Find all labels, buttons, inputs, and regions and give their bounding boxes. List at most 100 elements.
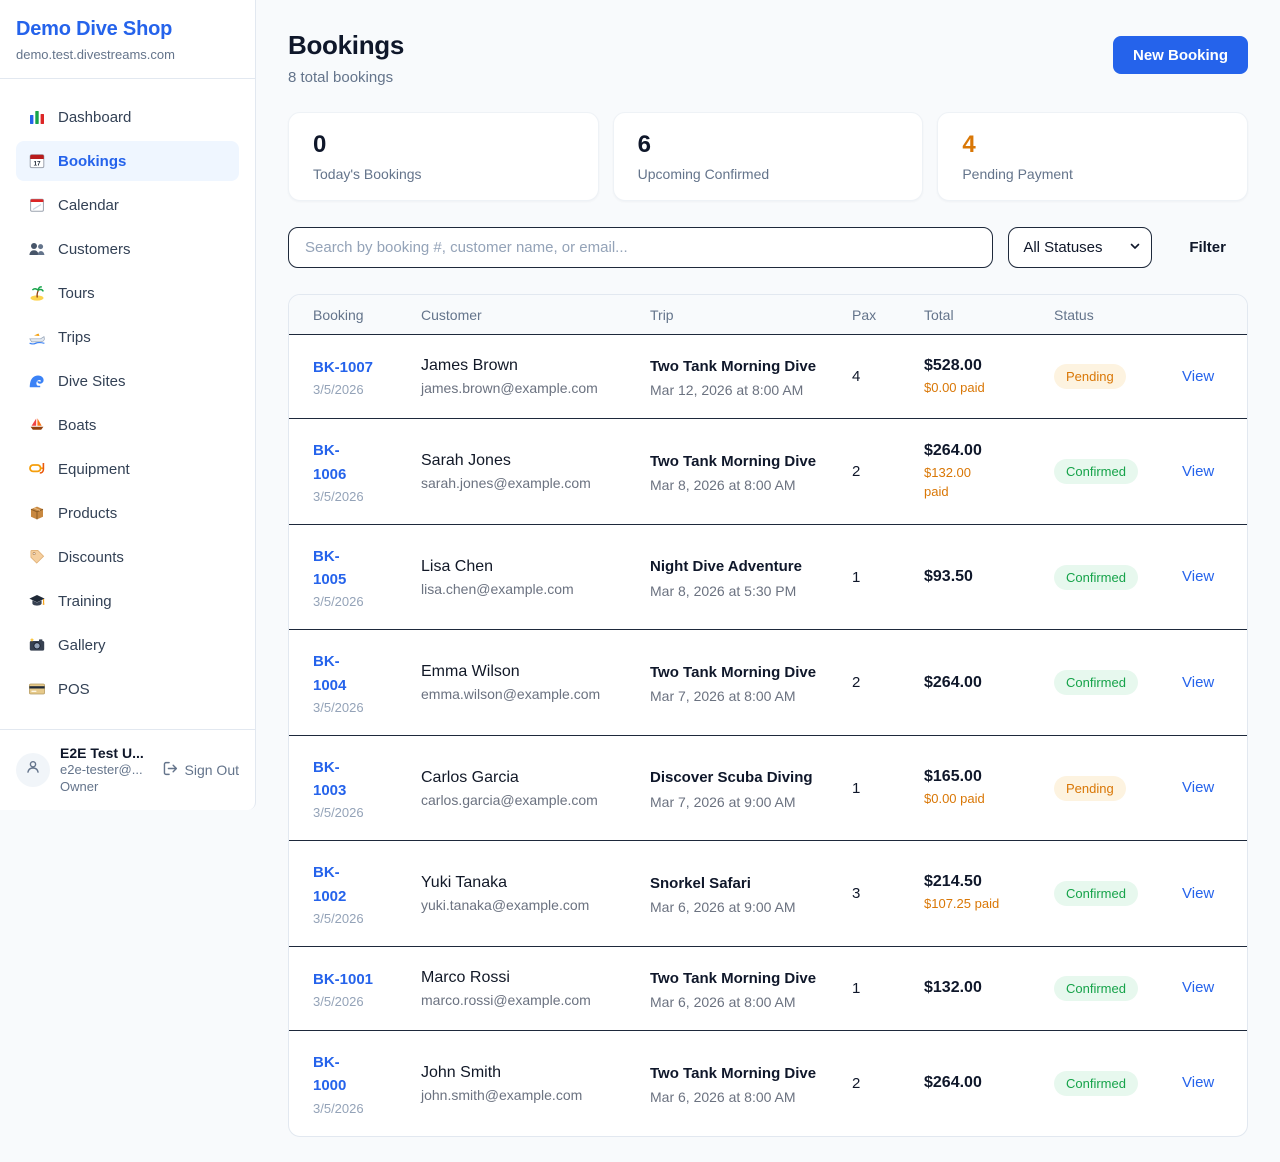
sidebar-item-calendar[interactable]: Calendar <box>16 185 239 225</box>
svg-text:17: 17 <box>33 161 41 168</box>
column-header-trip: Trip <box>650 307 828 323</box>
customers-icon <box>28 240 46 258</box>
status-badge: Confirmed <box>1054 459 1138 484</box>
search-input[interactable] <box>288 227 993 268</box>
logout-icon <box>162 760 179 780</box>
status-badge: Confirmed <box>1054 1071 1138 1096</box>
column-header-pax: Pax <box>852 307 900 323</box>
sidebar-item-products[interactable]: Products <box>16 493 239 533</box>
sidebar-item-dive-sites[interactable]: Dive Sites <box>16 361 239 401</box>
sidebar-item-label: Bookings <box>58 153 126 170</box>
table-row: BK-1007 3/5/2026 James Brown james.brown… <box>289 335 1247 419</box>
stat-label: Upcoming Confirmed <box>638 166 899 182</box>
new-booking-button[interactable]: New Booking <box>1113 36 1248 74</box>
trip-datetime: Mar 8, 2026 at 5:30 PM <box>650 583 828 599</box>
table-body: BK-1007 3/5/2026 James Brown james.brown… <box>289 335 1247 1136</box>
booking-date: 3/5/2026 <box>313 594 397 609</box>
view-link[interactable]: View <box>1182 368 1214 385</box>
stat-card: 6 Upcoming Confirmed <box>613 112 924 201</box>
booking-date: 3/5/2026 <box>313 911 397 926</box>
sidebar-item-dashboard[interactable]: Dashboard <box>16 97 239 137</box>
customer-email: sarah.jones@example.com <box>421 475 626 491</box>
status-filter-select[interactable]: All Statuses <box>1008 227 1152 268</box>
paid-amount: $107.25 paid <box>924 895 1030 913</box>
page-subtitle: 8 total bookings <box>288 69 404 86</box>
sign-out-label: Sign Out <box>185 762 239 778</box>
status-badge: Pending <box>1054 364 1126 389</box>
total-amount: $214.50 <box>924 873 1030 891</box>
total-amount: $264.00 <box>924 674 1030 692</box>
trip-datetime: Mar 12, 2026 at 8:00 AM <box>650 382 828 398</box>
sidebar-item-tours[interactable]: Tours <box>16 273 239 313</box>
pax-count: 3 <box>852 885 900 902</box>
trip-name: Two Tank Morning Dive <box>650 1062 828 1085</box>
trip-name: Two Tank Morning Dive <box>650 661 828 684</box>
package-icon <box>28 504 46 522</box>
customer-email: carlos.garcia@example.com <box>421 792 626 808</box>
trip-datetime: Mar 6, 2026 at 8:00 AM <box>650 994 828 1010</box>
app-layout: Demo Dive Shop demo.test.divestreams.com… <box>0 0 1280 1137</box>
table-row: BK-1001 3/5/2026 Marco Rossi marco.rossi… <box>289 947 1247 1031</box>
booking-date: 3/5/2026 <box>313 382 397 397</box>
sidebar-item-gallery[interactable]: Gallery <box>16 625 239 665</box>
user-email: e2e-tester@... <box>60 762 152 779</box>
status-badge: Pending <box>1054 776 1126 801</box>
sidebar-item-label: Calendar <box>58 197 119 214</box>
sidebar-item-bookings[interactable]: 17 Bookings <box>16 141 239 181</box>
sidebar-item-pos[interactable]: POS <box>16 669 239 709</box>
stat-value: 4 <box>962 131 1223 159</box>
stat-card: 0Today's Bookings <box>288 112 599 201</box>
booking-number-link[interactable]: BK-1004 <box>313 650 346 697</box>
sign-out-button[interactable]: Sign Out <box>162 760 239 780</box>
view-link[interactable]: View <box>1182 674 1214 691</box>
stats-cards: 0Today's Bookings 6 Upcoming Confirmed 4 Pen… <box>288 112 1248 201</box>
customer-email: james.brown@example.com <box>421 380 626 396</box>
sidebar-item-customers[interactable]: Customers <box>16 229 239 269</box>
view-link[interactable]: View <box>1182 1074 1214 1091</box>
user-name: E2E Test U... <box>60 744 152 762</box>
main-content: Bookings 8 total bookings New Booking 0T… <box>256 0 1280 1137</box>
trip-datetime: Mar 6, 2026 at 8:00 AM <box>650 1089 828 1105</box>
stat-value: 0 <box>313 131 574 159</box>
pax-count: 2 <box>852 463 900 480</box>
trip-datetime: Mar 7, 2026 at 9:00 AM <box>650 794 828 810</box>
booking-number-link[interactable]: BK-1002 <box>313 861 346 908</box>
customer-name: Yuki Tanaka <box>421 874 626 892</box>
sidebar-item-equipment[interactable]: Equipment <box>16 449 239 489</box>
sidebar-item-label: Discounts <box>58 549 124 566</box>
booking-date: 3/5/2026 <box>313 1101 397 1116</box>
booking-number-link[interactable]: BK-1001 <box>313 968 373 991</box>
view-link[interactable]: View <box>1182 463 1214 480</box>
view-link[interactable]: View <box>1182 568 1214 585</box>
view-link[interactable]: View <box>1182 979 1214 996</box>
sidebar-nav: Dashboard 17 Bookings Calendar CustomersTour… <box>0 79 255 729</box>
booking-number-link[interactable]: BK-1005 <box>313 545 346 592</box>
view-link[interactable]: View <box>1182 779 1214 796</box>
sidebar-item-label: Training <box>58 593 112 610</box>
column-header-booking: Booking <box>313 307 397 323</box>
filter-button[interactable]: Filter <box>1167 239 1248 256</box>
customer-name: Carlos Garcia <box>421 769 626 787</box>
stat-value: 6 <box>638 131 899 159</box>
booking-number-link[interactable]: BK-1007 <box>313 356 373 379</box>
booking-number-link[interactable]: BK-1000 <box>313 1051 346 1098</box>
bookings-calendar-icon: 17 <box>28 152 46 170</box>
page-title: Bookings <box>288 30 404 61</box>
calendar-icon <box>28 196 46 214</box>
person-icon <box>24 758 42 781</box>
sidebar-item-discounts[interactable]: Discounts <box>16 537 239 577</box>
tag-icon <box>28 548 46 566</box>
stat-label: Pending Payment <box>962 166 1223 182</box>
sidebar-item-training[interactable]: Training <box>16 581 239 621</box>
view-link[interactable]: View <box>1182 885 1214 902</box>
booking-number-link[interactable]: BK-1006 <box>313 439 346 486</box>
sidebar-item-boats[interactable]: Boats <box>16 405 239 445</box>
sidebar-item-trips[interactable]: Trips <box>16 317 239 357</box>
sidebar-item-label: Trips <box>58 329 91 346</box>
status-badge: Confirmed <box>1054 670 1138 695</box>
table-row: BK-1005 3/5/2026 Lisa Chen lisa.chen@exa… <box>289 525 1247 631</box>
pax-count: 1 <box>852 780 900 797</box>
status-badge: Confirmed <box>1054 881 1138 906</box>
customer-email: marco.rossi@example.com <box>421 992 626 1008</box>
booking-number-link[interactable]: BK-1003 <box>313 756 346 803</box>
